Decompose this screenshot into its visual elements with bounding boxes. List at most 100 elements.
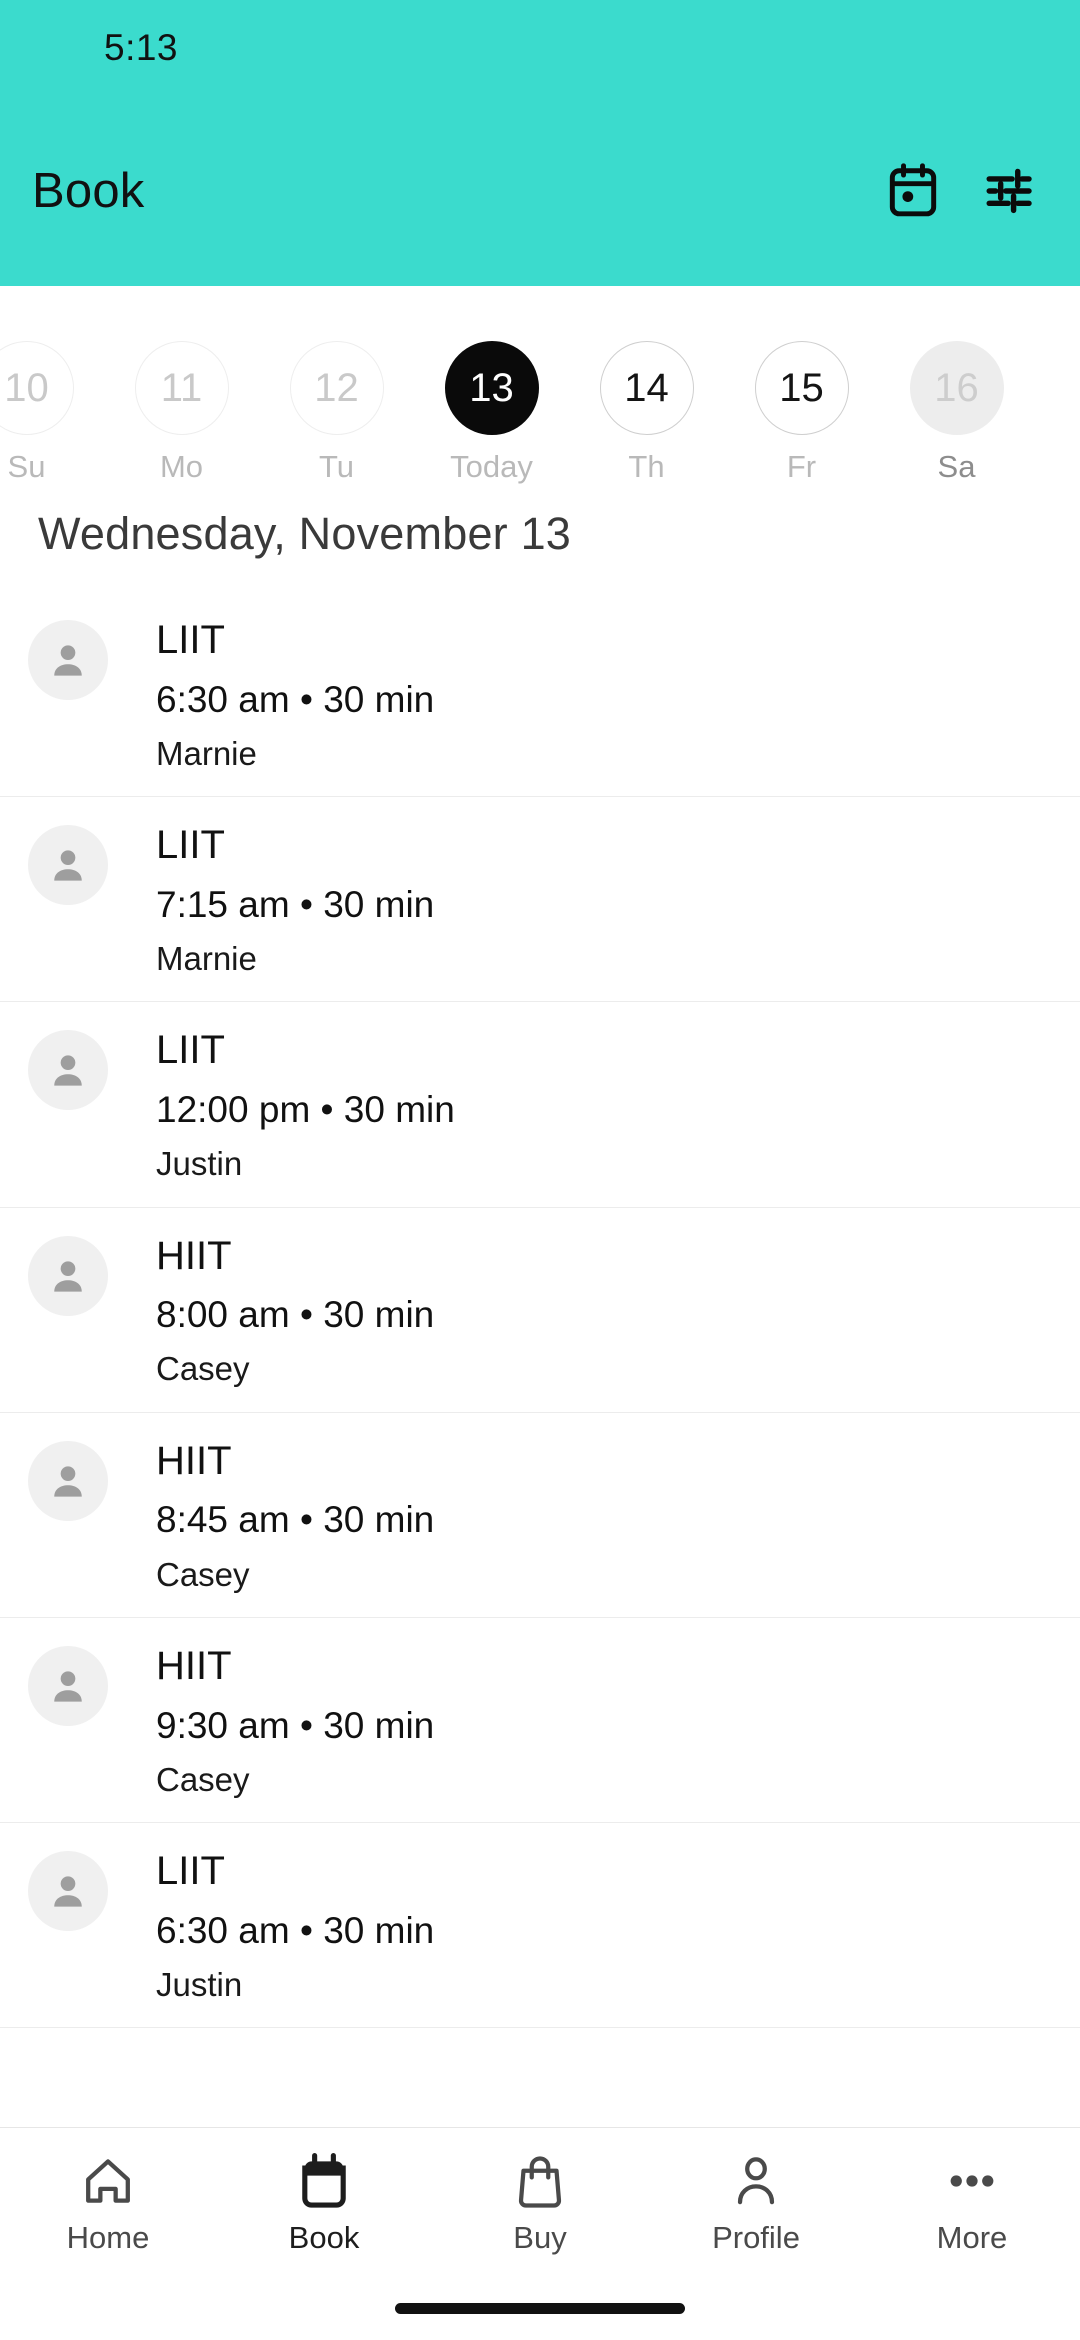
date-cell-10[interactable]: 10 Su <box>0 341 104 485</box>
class-details: HIIT 9:30 am • 30 min Casey <box>156 1642 434 1800</box>
filter-sliders-icon[interactable] <box>972 154 1046 228</box>
class-details: LIIT 6:30 am • 30 min Justin <box>156 1847 434 2005</box>
person-avatar-icon <box>28 1030 108 1111</box>
person-avatar-icon <box>28 1645 108 1726</box>
person-avatar-icon <box>54 1055 82 1086</box>
date-weekday-label: Mo <box>159 449 204 484</box>
person-avatar-icon <box>54 850 82 881</box>
person-icon <box>729 2150 783 2212</box>
date-number: 15 <box>779 365 824 410</box>
date-number: 10 <box>4 365 49 410</box>
date-number: 13 <box>469 365 514 410</box>
date-cell-11[interactable]: 11 Mo <box>104 341 259 485</box>
date-weekday-label: Th <box>628 449 665 484</box>
home-icon <box>81 2150 135 2212</box>
class-coach: Casey <box>156 1760 250 1798</box>
class-list-item[interactable]: LIIT 6:30 am • 30 min Marnie <box>0 592 1080 798</box>
date-number: 12 <box>314 365 359 410</box>
class-coach: Casey <box>156 1350 250 1388</box>
class-coach: Marnie <box>156 940 257 978</box>
date-strip[interactable]: 10 Su 11 Mo 12 Tu 13 Today 14 Th 15 Fr 1… <box>0 286 1080 486</box>
class-coach: Justin <box>156 1145 243 1183</box>
person-avatar-icon <box>28 1851 108 1932</box>
class-list-item[interactable]: LIIT 12:00 pm • 30 min Justin <box>0 1002 1080 1208</box>
class-name: HIIT <box>156 1233 232 1278</box>
home-indicator <box>395 2303 685 2314</box>
date-cell-13[interactable]: 13 Today <box>414 341 569 485</box>
date-number: 16 <box>934 365 979 410</box>
person-avatar-icon <box>28 1440 108 1521</box>
person-avatar-icon <box>28 825 108 906</box>
date-cell-14[interactable]: 14 Th <box>569 341 724 485</box>
class-coach: Marnie <box>156 734 257 772</box>
date-weekday-label: Tu <box>318 449 355 484</box>
calendar-filled-icon <box>297 2150 351 2212</box>
class-name: LIIT <box>156 1028 225 1073</box>
class-list-item[interactable]: HIIT 8:45 am • 30 min Casey <box>0 1413 1080 1618</box>
class-time: 6:30 am • 30 min <box>156 678 435 720</box>
class-details: LIIT 7:15 am • 30 min Marnie <box>156 821 434 979</box>
date-circle[interactable]: 16 <box>909 341 1004 435</box>
class-time: 7:15 am • 30 min <box>156 883 435 925</box>
class-coach: Justin <box>156 1965 243 2003</box>
class-list-item[interactable]: HIIT 8:00 am • 30 min Casey <box>0 1208 1080 1413</box>
person-avatar-icon <box>28 1235 108 1316</box>
selected-date-heading: Wednesday, November 13 <box>38 508 572 559</box>
date-number: 11 <box>160 365 203 410</box>
app-bar-actions <box>876 154 1046 228</box>
tab-more[interactable]: More <box>864 2150 1080 2256</box>
tab-label: Book <box>288 2220 360 2255</box>
class-time: 9:30 am • 30 min <box>156 1704 435 1746</box>
class-time: 6:30 am • 30 min <box>156 1909 435 1951</box>
date-circle[interactable]: 11 <box>134 341 229 435</box>
tab-label: More <box>936 2220 1008 2255</box>
person-avatar-icon <box>54 1466 82 1497</box>
tab-buy[interactable]: Buy <box>432 2150 648 2256</box>
date-weekday-label: Today <box>450 449 533 484</box>
person-avatar-icon <box>54 1260 82 1292</box>
class-details: HIIT 8:00 am • 30 min Casey <box>156 1232 434 1390</box>
tab-home[interactable]: Home <box>0 2150 216 2256</box>
class-list-item[interactable]: HIIT 9:30 am • 30 min Casey <box>0 1618 1080 1824</box>
status-bar-clock: 5:13 <box>104 27 179 68</box>
person-avatar-icon <box>54 1876 82 1907</box>
date-circle[interactable]: 14 <box>599 341 694 435</box>
date-weekday-label: Sa <box>937 449 976 484</box>
class-time: 8:45 am • 30 min <box>156 1499 435 1541</box>
date-circle[interactable]: 12 <box>289 341 384 435</box>
person-avatar-icon <box>54 1671 82 1702</box>
date-weekday-label: Fr <box>786 449 817 484</box>
tab-book[interactable]: Book <box>216 2150 432 2256</box>
tab-profile[interactable]: Profile <box>648 2150 864 2256</box>
class-name: HIIT <box>156 1438 232 1483</box>
date-cell-12[interactable]: 12 Tu <box>259 341 414 485</box>
class-name: LIIT <box>156 618 225 662</box>
date-circle[interactable]: 10 <box>0 341 74 435</box>
class-list[interactable]: LIIT 6:30 am • 30 min Marnie LIIT 7:15 a… <box>0 592 1080 2029</box>
class-time: 12:00 pm • 30 min <box>156 1089 455 1131</box>
shopping-bag-icon <box>513 2150 567 2212</box>
class-details: LIIT 6:30 am • 30 min Marnie <box>156 616 434 774</box>
tab-label: Buy <box>513 2220 567 2255</box>
class-list-item[interactable]: LIIT 7:15 am • 30 min Marnie <box>0 797 1080 1003</box>
ellipsis-icon <box>945 2150 999 2212</box>
date-circle[interactable]: 15 <box>754 341 849 435</box>
app-bar: Book <box>0 96 1080 286</box>
date-number: 14 <box>624 365 669 410</box>
class-name: LIIT <box>156 1849 225 1894</box>
class-details: LIIT 12:00 pm • 30 min Justin <box>156 1026 455 1184</box>
class-details: HIIT 8:45 am • 30 min Casey <box>156 1437 434 1595</box>
date-circle[interactable]: 13 <box>444 341 539 435</box>
person-avatar-icon <box>28 620 108 700</box>
calendar-icon[interactable] <box>876 154 950 228</box>
tab-label: Profile <box>712 2220 800 2255</box>
date-cell-15[interactable]: 15 Fr <box>724 341 879 485</box>
person-avatar-icon <box>54 645 82 676</box>
date-cell-16[interactable]: 16 Sa <box>879 341 1034 485</box>
class-list-item[interactable]: LIIT 6:30 am • 30 min Justin <box>0 1823 1080 2029</box>
class-name: HIIT <box>156 1643 232 1688</box>
class-coach: Casey <box>156 1555 250 1593</box>
tab-label: Home <box>66 2220 150 2255</box>
class-name: LIIT <box>156 823 225 868</box>
status-bar: 5:13 <box>0 0 1080 96</box>
